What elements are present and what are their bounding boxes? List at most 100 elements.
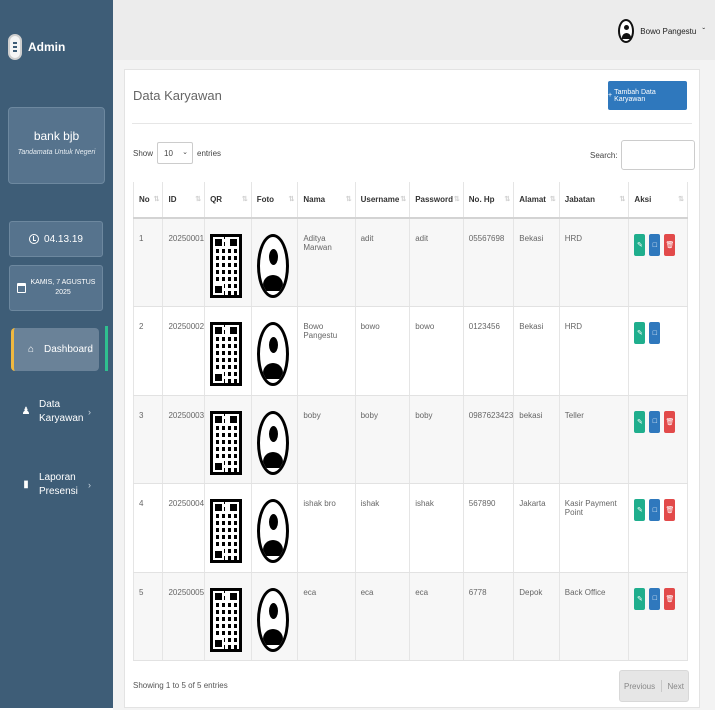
cell-password: ishak xyxy=(409,483,464,573)
sidebar-item-label-line-2: Karyawan xyxy=(39,413,84,424)
chevron-right-icon: › xyxy=(88,344,91,355)
column-header-jabatan[interactable]: Jabatan ⇅ xyxy=(559,182,630,219)
cell-id: 20250001 xyxy=(162,218,206,307)
chevron-down-icon: ⌄ xyxy=(182,149,189,156)
cell-username: adit xyxy=(355,218,411,307)
search-control: Search: xyxy=(590,140,695,170)
view-button[interactable]: □ xyxy=(649,322,661,344)
cell-no: 1 xyxy=(132,218,164,307)
date-box: KAMIS, 7 AGUSTUS 2025 xyxy=(9,265,103,311)
brand[interactable]: Admin xyxy=(8,34,65,60)
cell-hp: 6778 xyxy=(463,572,515,661)
sidebar-item-data-karyawan[interactable]: ♟ Data Karyawan › xyxy=(11,391,99,433)
cell-qr xyxy=(204,218,252,307)
qr-code-icon xyxy=(210,587,243,652)
sort-icon: ⇅ xyxy=(345,196,352,203)
column-header-no[interactable]: No ⇅ xyxy=(132,182,164,219)
search-input[interactable] xyxy=(620,140,695,170)
cell-hp: 05567698 xyxy=(463,218,515,307)
showing-info: Showing 1 to 5 of 5 entries xyxy=(133,681,228,690)
show-label: Show xyxy=(133,148,154,158)
bank-card: bank bjb Tandamata Untuk Negeri xyxy=(8,107,105,184)
brand-title: Admin xyxy=(28,40,66,54)
previous-button[interactable]: Previous xyxy=(624,682,655,691)
calendar-icon xyxy=(16,283,26,293)
sort-icon: ⇅ xyxy=(288,196,294,203)
column-header-alamat[interactable]: Alamat ⇅ xyxy=(513,182,560,219)
column-header-qr[interactable]: QR ⇅ xyxy=(204,182,252,219)
topbar: Bowo Pangestu ˇ xyxy=(113,0,715,60)
cell-nama: Aditya Marwan xyxy=(297,218,356,307)
edit-button[interactable]: ✎ xyxy=(634,499,646,521)
column-header-foto[interactable]: Foto ⇅ xyxy=(251,182,299,219)
pagination: Previous Next xyxy=(619,670,689,702)
sort-icon: ⇅ xyxy=(153,196,160,203)
cell-id: 20250003 xyxy=(162,395,206,484)
cell-qr xyxy=(204,306,252,396)
cell-nama: boby xyxy=(297,395,356,484)
bank-tagline: Tandamata Untuk Negeri xyxy=(17,149,96,156)
sort-icon: ⇅ xyxy=(504,196,510,203)
chevron-down-icon: ˇ xyxy=(702,26,705,36)
table-row: 3 20250003 boby boby boby 0987623423 bek… xyxy=(132,395,688,484)
sidebar-item-label-line-1: Laporan xyxy=(39,472,76,483)
view-button[interactable]: □ xyxy=(649,499,661,521)
sidebar-item-label-line-1: Data xyxy=(39,399,61,410)
sort-icon: ⇅ xyxy=(400,196,406,203)
cell-qr xyxy=(204,395,252,484)
active-indicator xyxy=(105,326,108,371)
delete-button[interactable]: 🗑 xyxy=(664,499,676,521)
user-avatar-icon xyxy=(256,499,289,563)
column-header-id[interactable]: ID ⇅ xyxy=(162,182,206,219)
entries-control: Show 10 ⌄ entries xyxy=(133,142,221,164)
delete-button[interactable]: 🗑 xyxy=(664,587,676,610)
edit-button[interactable]: ✎ xyxy=(634,322,646,344)
column-label: Username xyxy=(360,195,400,204)
column-header-hp[interactable]: No. Hp ⇅ xyxy=(463,182,515,219)
cell-username: eca xyxy=(355,572,411,661)
delete-button[interactable]: 🗑 xyxy=(664,410,676,433)
cell-alamat: Bekasi xyxy=(513,306,560,396)
edit-button[interactable]: ✎ xyxy=(634,410,646,433)
delete-button[interactable]: 🗑 xyxy=(664,234,676,256)
cell-jabatan: HRD xyxy=(559,306,630,396)
view-button[interactable]: □ xyxy=(649,234,661,256)
cell-hp: 0123456 xyxy=(463,306,515,396)
view-button[interactable]: □ xyxy=(649,587,661,610)
cell-qr xyxy=(204,483,252,573)
column-header-aksi[interactable]: Aksi ⇅ xyxy=(628,182,688,219)
cell-no: 3 xyxy=(132,395,164,484)
user-avatar-icon xyxy=(256,322,289,386)
edit-button[interactable]: ✎ xyxy=(634,234,646,256)
view-button[interactable]: □ xyxy=(649,410,661,433)
sidebar-item-dashboard[interactable]: ⌂ Dashboard › xyxy=(11,328,99,371)
add-employee-button[interactable]: + Tambah Data Karyawan xyxy=(608,81,687,110)
column-label: Jabatan xyxy=(564,195,595,204)
edit-button[interactable]: ✎ xyxy=(634,587,646,610)
cell-password: boby xyxy=(409,395,464,484)
column-label: No. Hp xyxy=(468,195,495,204)
cell-nama: eca xyxy=(297,572,356,661)
date-text: KAMIS, 7 AGUSTUS 2025 xyxy=(31,278,96,298)
sort-icon: ⇅ xyxy=(453,196,460,203)
column-header-password[interactable]: Password ⇅ xyxy=(409,182,464,219)
cell-username: boby xyxy=(355,395,411,484)
divider xyxy=(132,123,692,124)
column-header-nama[interactable]: Nama ⇅ xyxy=(297,182,356,219)
sidebar-item-label: Laporan Presensi xyxy=(39,471,78,499)
sort-icon: ⇅ xyxy=(195,196,201,203)
date-line-1: KAMIS, 7 AGUSTUS xyxy=(30,279,96,286)
entries-select[interactable]: 10 ⌄ xyxy=(157,142,194,164)
column-header-username[interactable]: Username ⇅ xyxy=(355,182,411,219)
sidebar-item-laporan-presensi[interactable]: ▮ Laporan Presensi › xyxy=(11,464,99,506)
cell-password: adit xyxy=(409,218,464,307)
user-menu[interactable]: Bowo Pangestu ˇ xyxy=(618,19,705,43)
user-name: Bowo Pangestu xyxy=(640,26,697,36)
file-icon: ▮ xyxy=(23,479,29,490)
user-avatar-icon xyxy=(256,234,289,298)
column-label: QR xyxy=(210,195,223,204)
clock-icon xyxy=(29,234,40,244)
plus-icon: + xyxy=(608,92,613,99)
cell-username: bowo xyxy=(355,306,411,396)
next-button[interactable]: Next xyxy=(668,682,684,691)
